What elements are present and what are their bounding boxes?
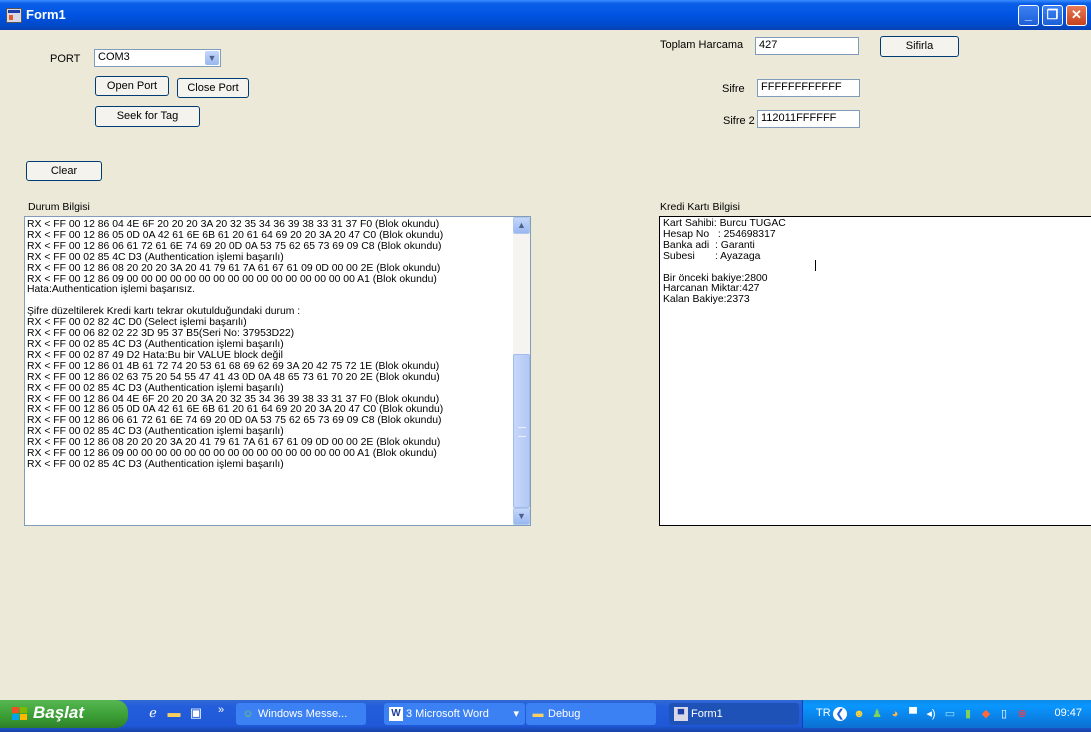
display-icon[interactable]: ▭ <box>943 707 957 721</box>
task-label: Debug <box>548 708 581 720</box>
task-label: Windows Messe... <box>258 708 348 720</box>
scroll-down-icon[interactable]: ▼ <box>513 508 530 525</box>
word-icon: W <box>389 707 403 721</box>
sifre-field[interactable]: FFFFFFFFFFFF <box>757 79 860 97</box>
task-windows-messenger[interactable]: ☺ Windows Messe... <box>236 703 366 725</box>
kredi-karti-content: Kart Sahibi: Burcu TUGAC Hesap No : 25469… <box>663 218 786 306</box>
task-debug-folder[interactable]: ▬ Debug <box>526 703 656 725</box>
security-alert-icon[interactable]: ⊗ <box>1015 707 1029 721</box>
port-select-value: COM3 <box>98 51 130 63</box>
log-line: RX < FF 00 02 85 4C D3 (Authentication i… <box>27 458 284 470</box>
taskbar: Başlat ℯ ▬ ▣ » ☺ Windows Messe... W 3 Mi… <box>0 700 1091 732</box>
log-line: Hata:Authentication işlemi başarısız. <box>27 284 196 296</box>
sifre2-field[interactable]: 112011FFFFFF <box>757 110 860 128</box>
scroll-up-icon[interactable]: ▲ <box>513 217 530 234</box>
start-button[interactable]: Başlat <box>0 700 128 728</box>
usb-icon[interactable]: ▯ <box>997 707 1011 721</box>
start-label: Başlat <box>33 703 85 722</box>
battery-icon[interactable]: ▮ <box>961 707 975 721</box>
task-group-arrow-icon: ▾ <box>513 708 519 720</box>
messenger-icon: ☺ <box>242 708 254 720</box>
port-select[interactable]: COM3 ▼ <box>94 49 221 67</box>
chevron-down-icon[interactable]: ▼ <box>205 51 219 65</box>
messenger-status-icon[interactable]: ☻ <box>852 707 866 721</box>
kredi-karti-label: Kredi Kartı Bilgisi <box>660 201 740 213</box>
task-form1[interactable]: ▀ Form1 <box>669 703 799 725</box>
show-desktop-icon[interactable]: ▣ <box>188 705 204 721</box>
antivirus-icon[interactable]: ◆ <box>979 707 993 721</box>
durum-bilgisi-content: RX < FF 00 12 86 04 4E 6F 20 20 20 3A 20… <box>27 219 443 471</box>
minimize-button[interactable]: _ <box>1018 5 1039 26</box>
system-tray: TR ❮ ☻ ♟ ◕ ▀ ◂) ▭ ▮ ◆ ▯ ⊗ 09:47 <box>802 700 1091 728</box>
toplam-harcama-label: Toplam Harcama <box>660 39 744 51</box>
kredi-karti-textbox[interactable]: Kart Sahibi: Burcu TUGAC Hesap No : 25469… <box>659 216 1091 526</box>
durum-scrollbar[interactable]: ▲ ▼ <box>513 217 530 525</box>
task-label: Form1 <box>691 708 723 720</box>
seek-for-tag-button[interactable]: Seek for Tag <box>95 106 200 127</box>
sifre2-label: Sifre 2 <box>723 115 755 127</box>
sifre-label: Sifre <box>722 83 745 95</box>
folder-icon: ▬ <box>532 708 544 720</box>
language-indicator[interactable]: TR <box>816 707 831 719</box>
volume-icon[interactable]: ◂) <box>924 707 938 721</box>
port-label: PORT <box>50 53 81 65</box>
durum-bilgisi-label: Durum Bilgisi <box>28 201 90 213</box>
network-icon[interactable]: ◕ <box>888 707 902 721</box>
close-button[interactable]: ✕ <box>1066 5 1087 26</box>
card-info-line <box>663 263 786 274</box>
clear-button[interactable]: Clear <box>26 161 102 181</box>
scroll-thumb[interactable] <box>513 354 530 508</box>
form-icon: ▀ <box>674 707 688 721</box>
monitor-icon[interactable]: ▀ <box>906 707 920 721</box>
internet-explorer-icon[interactable]: ℯ <box>145 705 161 721</box>
windows-flag-icon <box>12 707 28 721</box>
clock[interactable]: 09:47 <box>1054 707 1082 719</box>
quicklaunch-chevron[interactable]: » <box>213 702 229 718</box>
form1-window: Form1 _ ❐ ✕ PORT COM3 ▼ Open Port Close … <box>0 0 1091 700</box>
log-line: RX < FF 00 02 85 4C D3 (Authentication i… <box>27 251 284 263</box>
user-icon[interactable]: ♟ <box>870 707 884 721</box>
close-port-button[interactable]: Close Port <box>177 78 249 98</box>
toplam-harcama-field[interactable]: 427 <box>755 37 859 55</box>
window-title: Form1 <box>26 7 66 22</box>
restore-button[interactable]: ❐ <box>1042 5 1063 26</box>
title-bar[interactable]: Form1 _ ❐ ✕ <box>0 0 1091 30</box>
task-microsoft-word[interactable]: W 3 Microsoft Word ▾ <box>384 703 525 725</box>
durum-bilgisi-textbox[interactable]: RX < FF 00 12 86 04 4E 6F 20 20 20 3A 20… <box>24 216 531 526</box>
form-app-icon <box>6 8 22 23</box>
card-info-line: Subesi : Ayazaga <box>663 250 761 262</box>
log-line: RX < FF 00 12 86 02 63 75 20 54 55 47 41… <box>27 371 440 383</box>
card-info-line: Kalan Bakiye:2373 <box>663 294 750 306</box>
sifirla-button[interactable]: Sifirla <box>880 36 959 57</box>
open-port-button[interactable]: Open Port <box>95 76 169 96</box>
tray-chevron-icon[interactable]: ❮ <box>833 707 847 721</box>
folder-icon[interactable]: ▬ <box>166 705 182 721</box>
log-line: RX < FF 00 12 86 08 20 20 20 3A 20 41 79… <box>27 262 441 274</box>
text-caret <box>815 260 816 271</box>
log-line: RX < FF 00 02 85 4C D3 (Authentication i… <box>27 382 284 394</box>
task-label: 3 Microsoft Word <box>406 708 489 720</box>
